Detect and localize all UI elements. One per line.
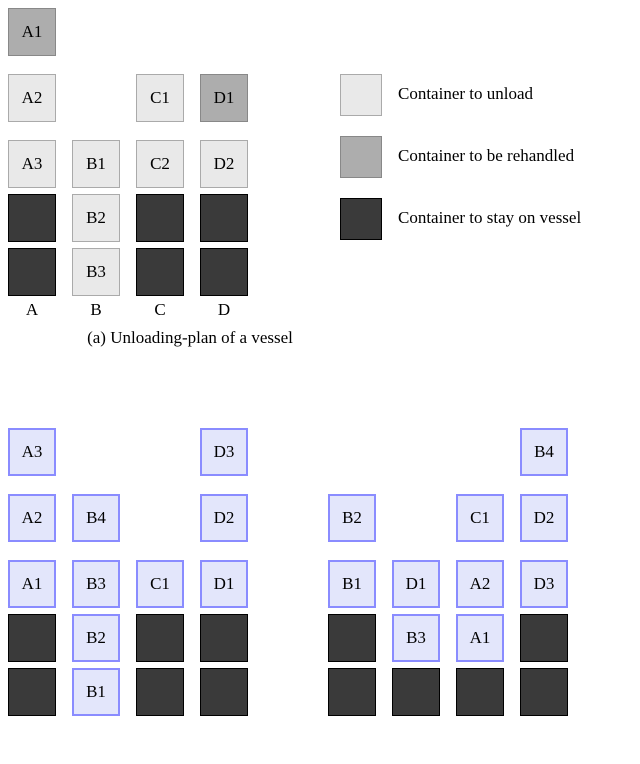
vessel-stay bbox=[8, 248, 56, 296]
vessel-d1: D1 bbox=[200, 74, 248, 122]
yardl-stay bbox=[8, 614, 56, 662]
yardr-stay bbox=[328, 668, 376, 716]
cell-label: D3 bbox=[214, 442, 235, 462]
cell-label: B2 bbox=[86, 208, 106, 228]
col-label-c: C bbox=[136, 300, 184, 320]
yardr-b2: B2 bbox=[328, 494, 376, 542]
vessel-stay bbox=[136, 248, 184, 296]
cell-label: A3 bbox=[22, 442, 43, 462]
yardr-stay bbox=[520, 668, 568, 716]
vessel-d2: D2 bbox=[200, 140, 248, 188]
cell-label: A1 bbox=[470, 628, 491, 648]
yardr-b1: B1 bbox=[328, 560, 376, 608]
legend-label-stay: Container to stay on vessel bbox=[398, 208, 581, 228]
vessel-c2: C2 bbox=[136, 140, 184, 188]
cell-label: B2 bbox=[86, 628, 106, 648]
cell-label: D2 bbox=[534, 508, 555, 528]
yardl-c1: C1 bbox=[136, 560, 184, 608]
cell-label: B3 bbox=[406, 628, 426, 648]
cell-label: D3 bbox=[534, 574, 555, 594]
vessel-c1: C1 bbox=[136, 74, 184, 122]
cell-label: D1 bbox=[214, 88, 235, 108]
cell-label: D1 bbox=[406, 574, 427, 594]
vessel-a2: A2 bbox=[8, 74, 56, 122]
yardl-d1: D1 bbox=[200, 560, 248, 608]
caption-a: (a) Unloading-plan of a vessel bbox=[0, 328, 380, 348]
cell-label: B1 bbox=[86, 682, 106, 702]
cell-label: A1 bbox=[22, 22, 43, 42]
vessel-a3: A3 bbox=[8, 140, 56, 188]
cell-label: D2 bbox=[214, 154, 235, 174]
legend-swatch-rehandle bbox=[340, 136, 382, 178]
vessel-stay bbox=[200, 248, 248, 296]
cell-label: B1 bbox=[342, 574, 362, 594]
yardr-c1: C1 bbox=[456, 494, 504, 542]
cell-label: B3 bbox=[86, 262, 106, 282]
cell-label: A2 bbox=[22, 88, 43, 108]
vessel-b3: B3 bbox=[72, 248, 120, 296]
cell-label: C1 bbox=[470, 508, 490, 528]
cell-label: D1 bbox=[214, 574, 235, 594]
cell-label: D2 bbox=[214, 508, 235, 528]
yardl-stay bbox=[200, 614, 248, 662]
yardr-stay bbox=[520, 614, 568, 662]
yardr-stay bbox=[328, 614, 376, 662]
yardl-a3: A3 bbox=[8, 428, 56, 476]
legend-swatch-unload bbox=[340, 74, 382, 116]
yardl-b3: B3 bbox=[72, 560, 120, 608]
yardr-a2: A2 bbox=[456, 560, 504, 608]
vessel-b1: B1 bbox=[72, 140, 120, 188]
cell-label: B2 bbox=[342, 508, 362, 528]
yardl-stay bbox=[8, 668, 56, 716]
col-label-b: B bbox=[72, 300, 120, 320]
legend-label-rehandle: Container to be rehandled bbox=[398, 146, 574, 166]
vessel-a1: A1 bbox=[8, 8, 56, 56]
yardl-d3: D3 bbox=[200, 428, 248, 476]
yardr-d1: D1 bbox=[392, 560, 440, 608]
yardr-a1: A1 bbox=[456, 614, 504, 662]
yardl-a1: A1 bbox=[8, 560, 56, 608]
legend-label-unload: Container to unload bbox=[398, 84, 533, 104]
vessel-stay bbox=[8, 194, 56, 242]
col-label-d: D bbox=[200, 300, 248, 320]
yardl-b4: B4 bbox=[72, 494, 120, 542]
yardl-stay bbox=[200, 668, 248, 716]
cell-label: C1 bbox=[150, 88, 170, 108]
yardr-d2: D2 bbox=[520, 494, 568, 542]
cell-label: C1 bbox=[150, 574, 170, 594]
yardl-b2: B2 bbox=[72, 614, 120, 662]
cell-label: B4 bbox=[86, 508, 106, 528]
cell-label: B4 bbox=[534, 442, 554, 462]
vessel-b2: B2 bbox=[72, 194, 120, 242]
diagram-canvas: A1 A2 C1 D1 A3 B1 C2 D2 B2 B3 A B C D Co… bbox=[0, 0, 640, 764]
cell-label: A1 bbox=[22, 574, 43, 594]
cell-label: A2 bbox=[470, 574, 491, 594]
yardr-stay bbox=[392, 668, 440, 716]
yardl-d2: D2 bbox=[200, 494, 248, 542]
vessel-stay bbox=[136, 194, 184, 242]
yardr-stay bbox=[456, 668, 504, 716]
yardr-d3: D3 bbox=[520, 560, 568, 608]
cell-label: B3 bbox=[86, 574, 106, 594]
yardr-b4: B4 bbox=[520, 428, 568, 476]
vessel-stay bbox=[200, 194, 248, 242]
cell-label: C2 bbox=[150, 154, 170, 174]
yardl-b1: B1 bbox=[72, 668, 120, 716]
legend-swatch-stay bbox=[340, 198, 382, 240]
cell-label: A2 bbox=[22, 508, 43, 528]
yardl-stay bbox=[136, 668, 184, 716]
cell-label: B1 bbox=[86, 154, 106, 174]
yardl-a2: A2 bbox=[8, 494, 56, 542]
col-label-a: A bbox=[8, 300, 56, 320]
yardl-stay bbox=[136, 614, 184, 662]
cell-label: A3 bbox=[22, 154, 43, 174]
yardr-b3: B3 bbox=[392, 614, 440, 662]
